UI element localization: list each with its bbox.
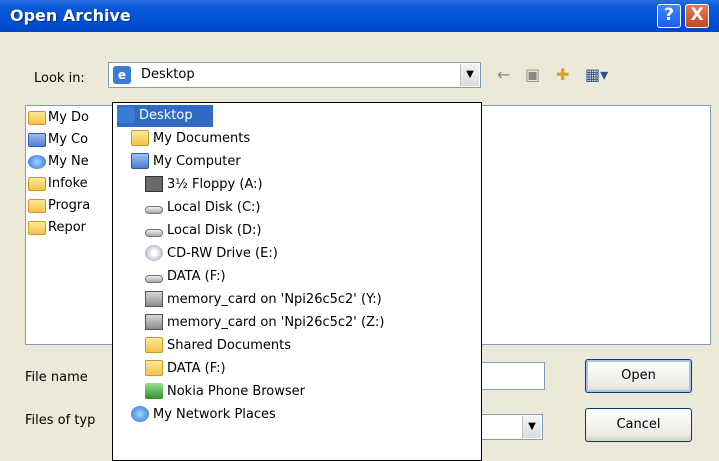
dropdown-item-my-network-places[interactable]: My Network Places: [131, 404, 276, 426]
dropdown-item-desktop[interactable]: Desktop: [117, 105, 213, 127]
disk-icon: [145, 205, 163, 214]
dropdown-item-data-f[interactable]: DATA (F:): [145, 266, 226, 288]
list-item[interactable]: My Ne: [28, 152, 89, 172]
open-button[interactable]: Open: [585, 359, 692, 393]
computer-icon: [28, 132, 46, 147]
disk-icon: [145, 228, 163, 237]
folder-icon: [28, 110, 46, 125]
file-name-label: File name: [25, 370, 88, 385]
close-button[interactable]: X: [685, 4, 709, 28]
network-icon: [131, 405, 149, 422]
chevron-down-icon[interactable]: ▼: [522, 416, 541, 438]
cd-icon: [145, 244, 163, 261]
title-bar: Open Archive ? X: [0, 0, 719, 32]
desktop-icon: [117, 106, 135, 123]
back-icon[interactable]: ←: [497, 65, 510, 84]
network-icon: [28, 154, 46, 169]
floppy-icon: [145, 175, 163, 192]
window-title: Open Archive: [10, 6, 131, 25]
list-item[interactable]: Repor: [28, 218, 86, 238]
folder-icon: [145, 359, 163, 376]
list-item[interactable]: My Co: [28, 130, 88, 150]
folder-icon: [28, 220, 46, 235]
folder-icon: [145, 336, 163, 353]
folder-icon: [131, 129, 149, 146]
folder-icon: [28, 176, 46, 191]
dropdown-item-cd-drive[interactable]: CD-RW Drive (E:): [145, 243, 278, 265]
look-in-dropdown[interactable]: Desktop My Documents My Computer 3½ Flop…: [112, 102, 482, 461]
view-menu-icon[interactable]: ▦▾: [585, 65, 608, 84]
new-folder-icon[interactable]: ✚: [556, 65, 569, 84]
dropdown-item-nokia-phone-browser[interactable]: Nokia Phone Browser: [145, 381, 305, 403]
list-item[interactable]: Progra: [28, 196, 90, 216]
look-in-label: Look in:: [34, 71, 85, 86]
list-item[interactable]: Infoke: [28, 174, 88, 194]
up-folder-icon[interactable]: ▣: [525, 65, 540, 84]
list-item[interactable]: My Do: [28, 108, 89, 128]
chevron-down-icon[interactable]: ▼: [460, 64, 479, 86]
disk-icon: [145, 274, 163, 283]
dropdown-item-shared-documents[interactable]: Shared Documents: [145, 335, 291, 357]
nokia-icon: [145, 382, 163, 399]
help-button[interactable]: ?: [657, 4, 681, 28]
dropdown-item-memory-card-z[interactable]: memory_card on 'Npi26c5c2' (Z:): [145, 312, 384, 334]
file-type-label: Files of typ: [25, 413, 96, 428]
cancel-button[interactable]: Cancel: [585, 408, 692, 442]
network-drive-icon: [145, 290, 163, 307]
look-in-combo[interactable]: e Desktop ▼: [108, 62, 481, 88]
dropdown-item-floppy[interactable]: 3½ Floppy (A:): [145, 174, 263, 196]
folder-icon: [28, 198, 46, 213]
computer-icon: [131, 152, 149, 169]
look-in-value: Desktop: [141, 67, 195, 82]
dropdown-item-local-disk-c[interactable]: Local Disk (C:): [145, 197, 260, 219]
dropdown-item-my-documents[interactable]: My Documents: [131, 128, 250, 150]
desktop-icon: e: [113, 66, 131, 84]
dropdown-item-data-f-folder[interactable]: DATA (F:): [145, 358, 226, 380]
dropdown-item-local-disk-d[interactable]: Local Disk (D:): [145, 220, 261, 242]
network-drive-icon: [145, 313, 163, 330]
dropdown-item-memory-card-y[interactable]: memory_card on 'Npi26c5c2' (Y:): [145, 289, 382, 311]
dropdown-item-my-computer[interactable]: My Computer: [131, 151, 241, 173]
